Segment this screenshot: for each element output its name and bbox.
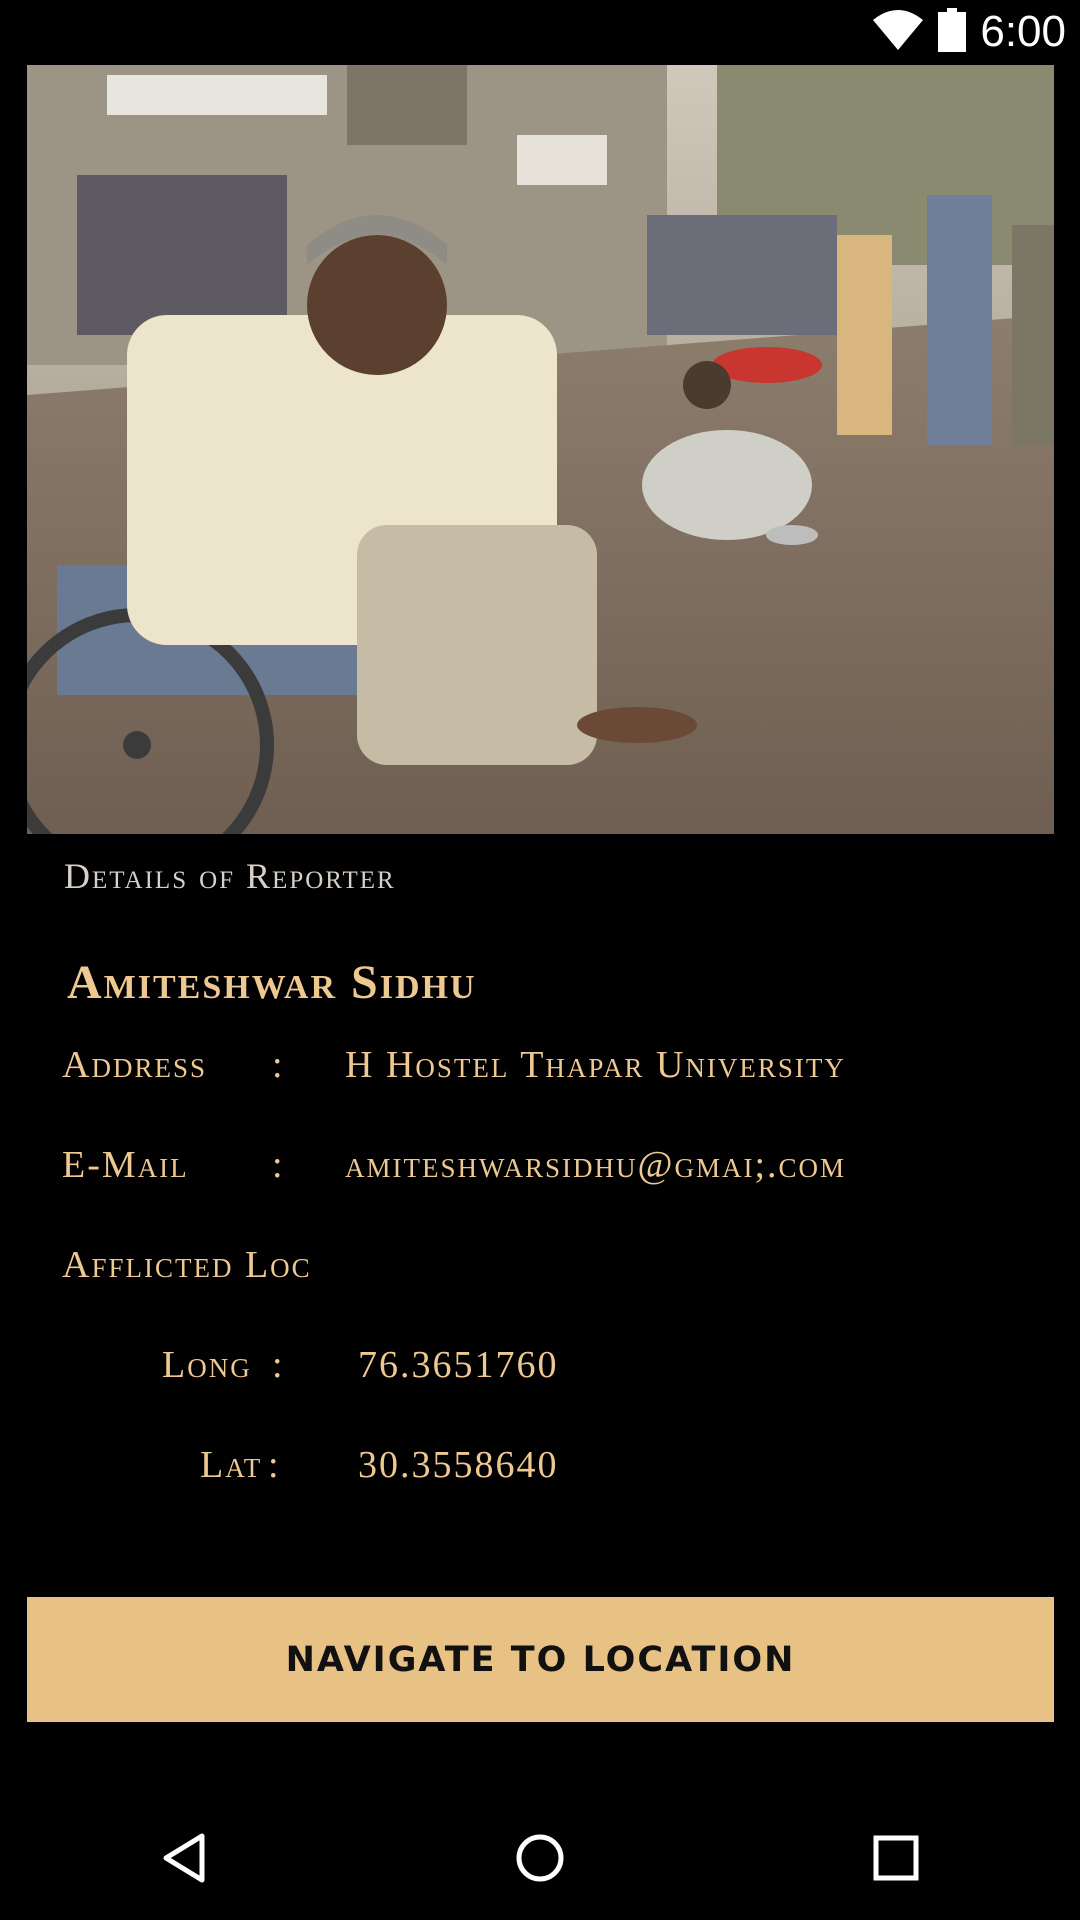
email-colon: : — [272, 1144, 283, 1186]
back-icon — [160, 1832, 208, 1888]
home-icon — [514, 1832, 566, 1888]
navigate-button-label: NAVIGATE TO LOCATION — [285, 1639, 796, 1680]
latitude-colon: : — [268, 1444, 279, 1486]
longitude-value: 76.3651760 — [358, 1344, 559, 1386]
home-button[interactable] — [490, 1820, 590, 1900]
email-label: E-Mail — [62, 1144, 189, 1186]
longitude-label: Long — [162, 1344, 252, 1386]
recents-button[interactable] — [846, 1820, 946, 1900]
recents-icon — [873, 1835, 919, 1885]
reporter-name: Amiteshwar Sidhu — [67, 956, 477, 1009]
latitude-label: Lat — [200, 1444, 263, 1486]
wifi-icon — [872, 8, 924, 56]
status-time: 6:00 — [980, 7, 1066, 56]
latitude-value: 30.3558640 — [358, 1444, 559, 1486]
longitude-colon: : — [272, 1344, 283, 1386]
afflicted-location-label: Afflicted Loc — [62, 1244, 312, 1286]
back-button[interactable] — [134, 1820, 234, 1900]
section-title: Details of Reporter — [64, 856, 396, 896]
address-value: H Hostel Thapar University — [345, 1044, 846, 1086]
status-bar: 6:00 — [0, 0, 1080, 64]
battery-icon — [938, 8, 967, 56]
navigate-to-location-button[interactable]: NAVIGATE TO LOCATION — [27, 1597, 1054, 1722]
navigation-bar — [0, 1800, 1080, 1920]
email-value: amiteshwarsidhu@gmai;.com — [345, 1144, 847, 1186]
address-colon: : — [272, 1044, 283, 1086]
status-icons: 6:00 — [872, 6, 1066, 58]
reporter-photo — [27, 65, 1054, 834]
address-label: Address — [62, 1044, 207, 1086]
